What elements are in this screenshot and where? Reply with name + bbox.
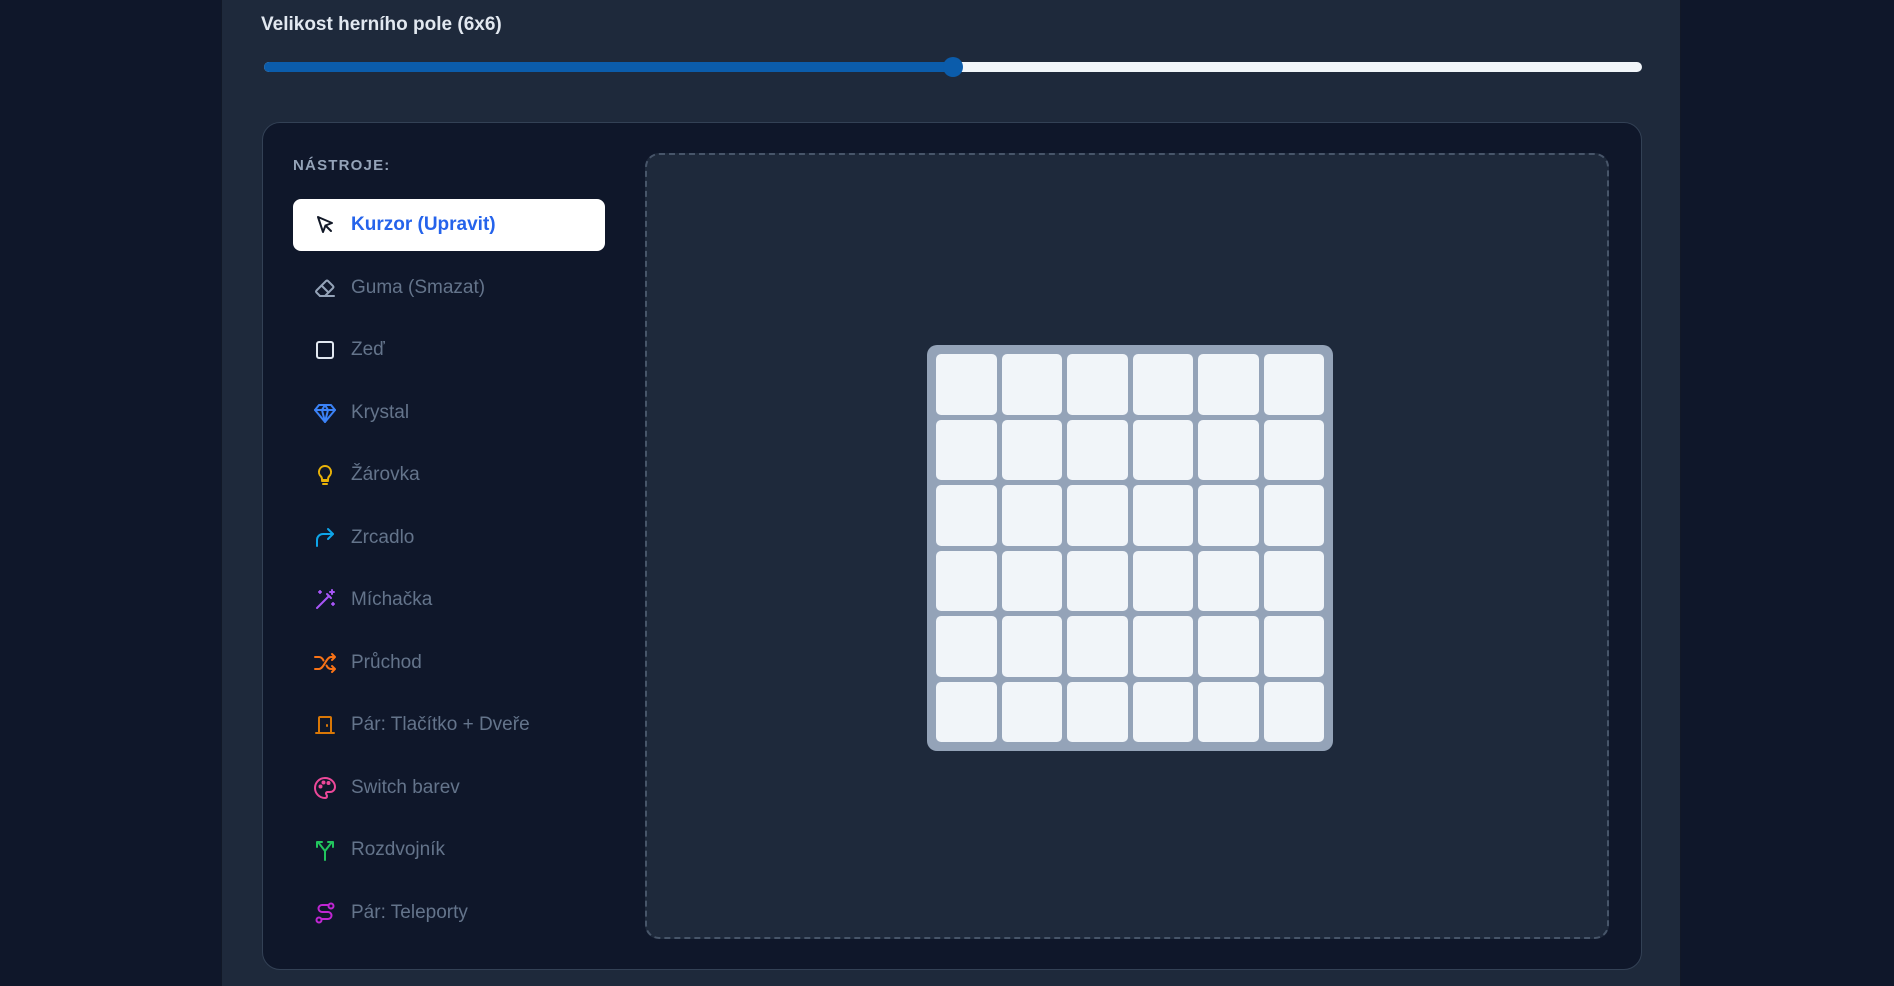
board-cell[interactable] [1263,419,1324,480]
tool-mirror[interactable]: Zrcadlo [293,512,605,564]
board-cell[interactable] [1067,419,1128,480]
level-editor: NÁSTROJE: Kurzor (Upravit) Guma (Smazat)… [262,122,1642,970]
board-cell[interactable] [1001,354,1062,415]
board-cell[interactable] [1001,419,1062,480]
board-cell[interactable] [1263,616,1324,677]
splitter-icon [313,838,337,862]
mirror-redirect-icon [313,526,337,550]
board-cell[interactable] [936,616,997,677]
tool-label: Rozdvojník [351,839,445,860]
board-cell[interactable] [1001,485,1062,546]
tool-label: Zrcadlo [351,526,415,548]
board-cell[interactable] [1198,616,1259,677]
board-cell[interactable] [1067,616,1128,677]
eraser-icon [313,276,337,300]
board-cell[interactable] [1067,485,1128,546]
editor-canvas[interactable] [645,153,1609,939]
tool-label: Guma (Smazat) [351,276,486,298]
board-cell[interactable] [1198,681,1259,742]
tool-label: Krystal [351,401,410,423]
tool-color-switch[interactable]: Switch barev [293,762,605,814]
tool-splitter[interactable]: Rozdvojník [293,824,605,876]
board-cell[interactable] [1132,550,1193,611]
board-cell[interactable] [936,354,997,415]
board-cell[interactable] [1263,354,1324,415]
tool-list: Kurzor (Upravit) Guma (Smazat) Zeď Kryst… [293,199,605,949]
cursor-icon [313,213,337,237]
tool-label: Míchačka [351,589,433,610]
board-size-label: Velikost herního pole (6x6) [261,14,502,35]
board-cell[interactable] [1132,616,1193,677]
tool-teleports[interactable]: Pár: Teleporty [293,887,605,939]
tools-heading: NÁSTROJE: [293,157,391,174]
tool-eraser[interactable]: Guma (Smazat) [293,262,605,314]
board-cell[interactable] [1001,681,1062,742]
board-cell[interactable] [1132,419,1193,480]
tool-label: Switch barev [351,776,460,798]
passage-shuffle-icon [313,651,337,675]
door-icon [313,713,337,737]
tool-passage[interactable]: Průchod [293,637,605,689]
board-cell[interactable] [1132,354,1193,415]
tool-label: Kurzor (Upravit) [351,214,496,235]
board-cell[interactable] [1198,550,1259,611]
crystal-gem-icon [313,401,337,425]
tool-label: Pár: Tlačítko + Dveře [351,714,530,735]
board-size-slider-fill [264,62,953,72]
board-cell[interactable] [936,550,997,611]
tool-label: Zeď [351,339,385,360]
board-cell[interactable] [936,485,997,546]
palette-icon [313,776,337,800]
tool-label: Pár: Teleporty [351,901,468,923]
board-cell[interactable] [1001,550,1062,611]
board-cell[interactable] [1198,485,1259,546]
board-cell[interactable] [1263,550,1324,611]
board-cell[interactable] [1001,616,1062,677]
lightbulb-icon [313,463,337,487]
tool-wall[interactable]: Zeď [293,324,605,376]
tool-lightbulb[interactable]: Žárovka [293,449,605,501]
tool-button-door[interactable]: Pár: Tlačítko + Dveře [293,699,605,751]
board-cell[interactable] [1263,681,1324,742]
board-cell[interactable] [1132,681,1193,742]
board-cell[interactable] [1198,419,1259,480]
board-cell[interactable] [936,419,997,480]
board-cell[interactable] [1067,681,1128,742]
board-cell[interactable] [936,681,997,742]
board-size-slider[interactable] [264,57,1642,77]
teleport-icon [313,901,337,925]
tool-mixer[interactable]: Míchačka [293,574,605,626]
tool-label: Průchod [351,651,422,673]
wall-square-icon [313,338,337,362]
page-background: Velikost herního pole (6x6) NÁSTROJE: Ku… [0,0,1894,986]
board-cell[interactable] [1067,550,1128,611]
board-cell[interactable] [1132,485,1193,546]
game-board [927,345,1333,751]
board-cell[interactable] [1198,354,1259,415]
board-cell[interactable] [1263,485,1324,546]
tool-label: Žárovka [351,464,420,485]
tool-crystal[interactable]: Krystal [293,387,605,439]
board-cell[interactable] [1067,354,1128,415]
mixer-wand-icon [313,588,337,612]
board-size-slider-thumb[interactable] [943,57,963,77]
tool-cursor[interactable]: Kurzor (Upravit) [293,199,605,251]
